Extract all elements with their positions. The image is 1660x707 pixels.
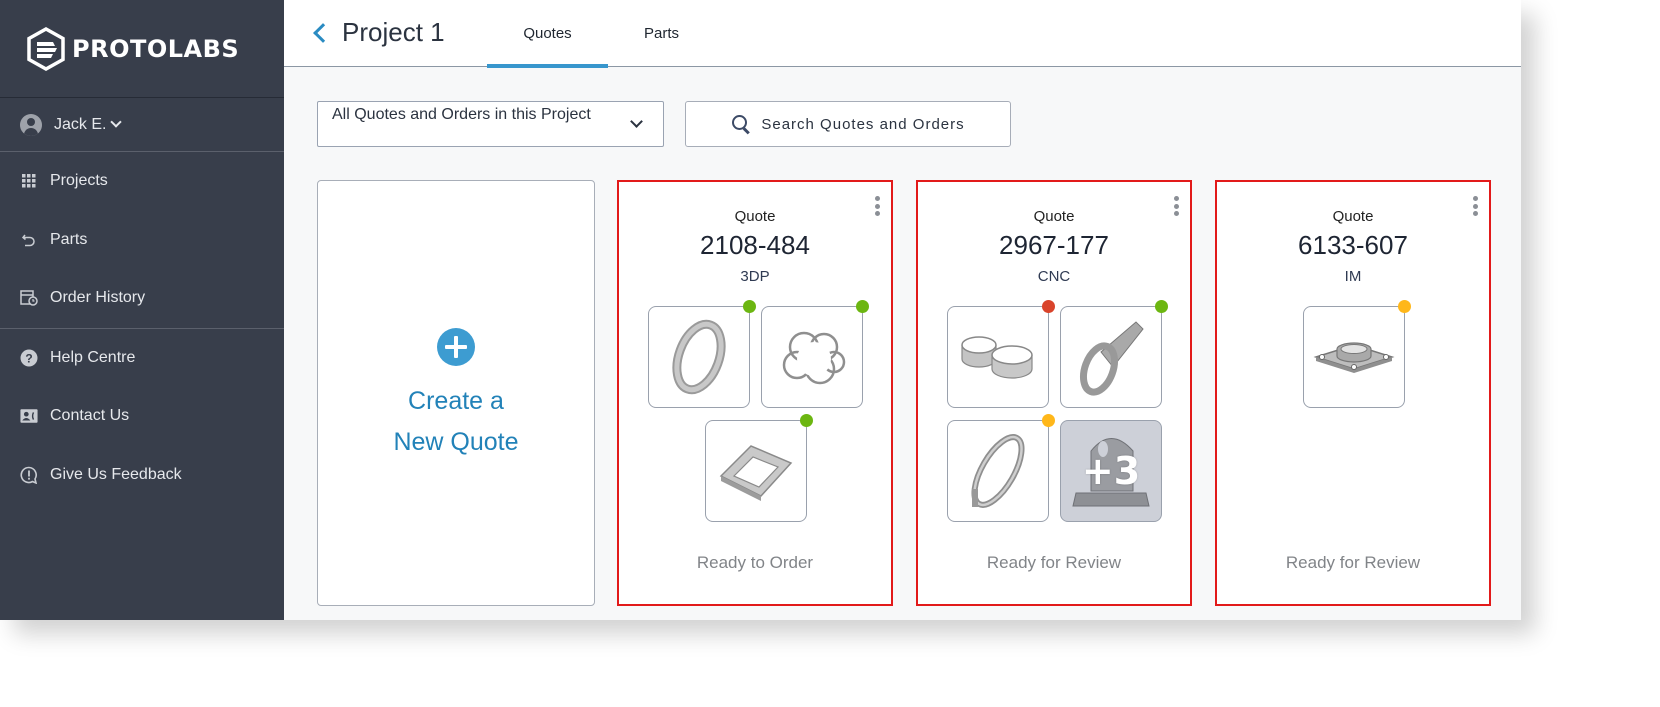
app-window: PROTOLABS Jack E. Projects Parts Order H… [0,0,1521,620]
chevron-left-icon [313,22,333,43]
sidebar-item-label: Parts [50,230,88,248]
quote-card[interactable]: Quote 2967-177 CNC +3 Ready for Review [916,180,1192,606]
undo-arrow-icon [20,231,38,249]
protolabs-hex-icon [27,26,65,71]
quote-process: 3DP [740,268,770,285]
part-thumbnail[interactable] [947,414,1055,522]
quote-status: Ready to Order [696,553,814,572]
sidebar-item-label: Order History [50,289,146,307]
search-icon [731,114,751,134]
svg-text:?: ? [25,351,32,365]
sidebar-item-label: Projects [50,172,108,190]
sidebar-item-give-feedback[interactable]: Give Us Feedback [0,446,284,505]
more-parts-count: +3 [1081,449,1141,493]
sidebar-item-parts[interactable]: Parts [0,211,284,270]
part-thumbnail[interactable] [761,300,869,408]
double-ring-part-icon [961,336,1033,379]
create-new-quote-card[interactable]: Create a New Quote [317,180,595,606]
quote-card[interactable]: Quote 2108-484 3DP Ready to Order [617,180,893,606]
user-name: Jack E. [54,115,107,133]
quote-number: 6133-607 [1298,230,1408,260]
quote-process: CNC [1037,268,1071,285]
help-question-icon: ? [20,349,38,367]
search-label: Search Quotes and Orders [761,115,965,133]
search-quotes-button[interactable]: Search Quotes and Orders [685,101,1011,147]
grid-icon [20,172,38,190]
sidebar-item-projects[interactable]: Projects [0,152,284,211]
status-dot-yellow [1398,300,1411,313]
sidebar-item-contact-us[interactable]: Contact Us [0,387,284,446]
feedback-bubble-icon [20,466,38,484]
user-avatar-icon [20,113,42,136]
flange-part-icon [1313,342,1395,373]
quote-status: Ready for Review [1285,553,1421,572]
sidebar-item-label: Contact Us [50,407,130,425]
project-header: Project 1 Quotes Parts [284,0,1521,68]
sidebar-item-label: Give Us Feedback [50,465,182,483]
tab-quotes[interactable]: Quotes [487,0,608,68]
back-button[interactable]: Project 1 [313,17,445,48]
chevron-down-icon [110,116,123,128]
quote-kind: Quote [734,208,776,225]
main-content: Project 1 Quotes Parts All Quotes and Or… [284,0,1521,620]
status-dot-red [1042,300,1055,313]
plus-circle-icon [437,328,475,366]
part-thumbnail[interactable] [1060,300,1168,408]
create-label-line1: Create a [408,387,504,415]
part-thumbnail[interactable] [648,300,756,408]
nav-group-support: ? Help Centre Contact Us Give Us Feedbac… [0,329,284,505]
chevron-down-icon [630,115,643,128]
create-label-line2: New Quote [393,428,519,456]
contact-card-icon [20,407,38,425]
quote-card[interactable]: Quote 6133-607 IM Ready for Review [1215,180,1491,606]
quote-filter-select[interactable]: All Quotes and Orders in this Project [317,101,664,147]
quote-status: Ready for Review [986,553,1122,572]
part-thumbnail[interactable] [705,414,813,522]
sidebar-item-label: Help Centre [50,348,136,366]
sidebar-item-order-history[interactable]: Order History [0,269,284,328]
tab-parts[interactable]: Parts [624,0,699,67]
status-dot-green [800,414,813,427]
filter-selected-value: All Quotes and Orders in this Project [332,106,591,123]
quote-number: 2967-177 [999,230,1109,260]
protolabs-logo[interactable]: PROTOLABS [0,0,284,98]
ring-bracket-part-icon [672,319,726,395]
brand-name: PROTOLABS [72,34,240,63]
clamp-ring-part-icon [971,434,1025,508]
page-title: Project 1 [342,17,445,47]
sidebar-item-help-centre[interactable]: ? Help Centre [0,329,284,388]
create-new-quote-label: Create a New Quote [318,381,594,463]
part-thumbnail[interactable] [947,300,1055,408]
sidebar: PROTOLABS Jack E. Projects Parts Order H… [0,0,284,620]
user-menu[interactable]: Jack E. [0,98,284,152]
more-parts-button[interactable]: +3 [1060,420,1162,522]
history-calendar-icon [20,289,38,307]
quote-kind: Quote [1332,208,1374,225]
rect-frame-part-icon [719,445,793,501]
arm-ring-part-icon [1079,321,1144,396]
quote-process: IM [1344,268,1362,285]
quote-number: 2108-484 [700,230,810,260]
nav-group-main: Projects Parts Order History [0,152,284,329]
flower-frame-part-icon [782,331,846,385]
status-dot-green [743,300,756,313]
part-thumbnail[interactable] [1303,300,1411,408]
status-dot-yellow [1042,414,1055,427]
quote-kind: Quote [1033,208,1075,225]
status-dot-green [856,300,869,313]
status-dot-green [1155,300,1168,313]
